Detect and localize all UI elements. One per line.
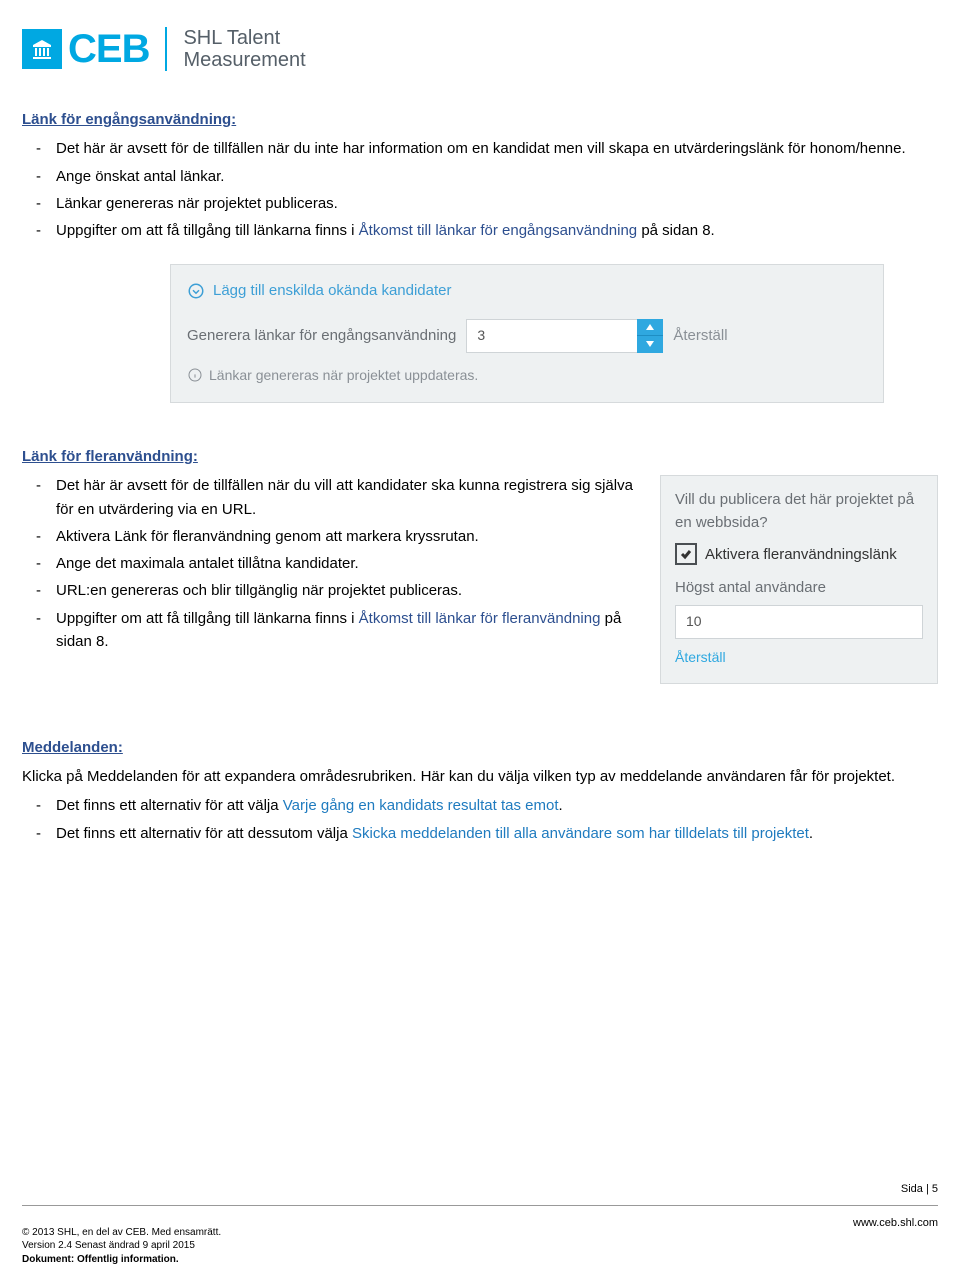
section3-title: Meddelanden: xyxy=(22,736,938,759)
list-item: Ange det maximala antalet tillåtna kandi… xyxy=(22,552,642,575)
list-item: Länkar genereras när projektet publicera… xyxy=(22,192,938,215)
option-send-all-users: Skicka meddelanden till alla användare s… xyxy=(352,825,809,842)
step-down-button[interactable] xyxy=(637,336,663,353)
enable-multi-checkbox[interactable]: Aktivera fleranvändningslänk xyxy=(675,543,923,566)
list-item: Det finns ett alternativ för att dessuto… xyxy=(22,822,938,845)
quantity-stepper[interactable]: 3 xyxy=(466,319,663,353)
page-number: Sida | 5 xyxy=(901,1181,938,1198)
panel2-question: Vill du publicera det här projektet på e… xyxy=(675,488,923,535)
option-every-result: Varje gång en kandidats resultat tas emo… xyxy=(283,797,559,814)
footer-divider xyxy=(22,1205,938,1206)
logo-block: CEB SHL Talent Measurement xyxy=(22,18,938,80)
panel-multi-use: Vill du publicera det här projektet på e… xyxy=(660,475,938,684)
footer-url: www.ceb.shl.com xyxy=(853,1215,938,1232)
max-users-input[interactable]: 10 xyxy=(675,605,923,639)
link-single-use-access: Åtkomst till länkar för engångsanvändnin… xyxy=(359,222,638,239)
list-item: Uppgifter om att få tillgång till länkar… xyxy=(22,219,938,242)
section1-list: Det här är avsett för de tillfällen när … xyxy=(22,137,938,242)
max-users-label: Högst antal användare xyxy=(675,576,923,599)
link-multi-use-access: Åtkomst till länkar för fleranvändning xyxy=(359,610,601,627)
info-icon xyxy=(187,367,203,383)
step-up-button[interactable] xyxy=(637,319,663,337)
panel-single-use: Lägg till enskilda okända kandidater Gen… xyxy=(170,264,884,403)
logo-ceb-text: CEB xyxy=(68,18,149,80)
section3-intro: Klicka på Meddelanden för att expandera … xyxy=(22,765,938,788)
info-row: Länkar genereras när projektet uppdatera… xyxy=(187,365,867,387)
logo-shl-text: SHL Talent Measurement xyxy=(183,27,305,71)
checkbox-icon xyxy=(675,543,697,565)
section2-title: Länk för fleranvändning: xyxy=(22,445,642,468)
chevron-circle-icon xyxy=(187,282,205,300)
list-item: Det finns ett alternativ för att välja V… xyxy=(22,794,938,817)
list-item: Aktivera Länk för fleranvändning genom a… xyxy=(22,525,642,548)
list-item: Det här är avsett för de tillfällen när … xyxy=(22,137,938,160)
generate-label: Generera länkar för engångsanvändning xyxy=(187,324,456,347)
list-item: URL:en genereras och blir tillgänglig nä… xyxy=(22,579,642,602)
section2-list: Det här är avsett för de tillfällen när … xyxy=(22,474,642,653)
panel1-header[interactable]: Lägg till enskilda okända kandidater xyxy=(187,279,867,302)
section1-title: Länk för engångsanvändning: xyxy=(22,108,938,131)
reset-link[interactable]: Återställ xyxy=(673,324,727,347)
reset-link-2[interactable]: Återställ xyxy=(675,647,923,669)
list-item: Ange önskat antal länkar. xyxy=(22,165,938,188)
list-item: Uppgifter om att få tillgång till länkar… xyxy=(22,607,642,654)
logo-icon xyxy=(22,29,62,69)
logo-divider xyxy=(165,27,167,71)
quantity-value[interactable]: 3 xyxy=(466,319,637,353)
section3-list: Det finns ett alternativ för att välja V… xyxy=(22,794,938,845)
list-item: Det här är avsett för de tillfällen när … xyxy=(22,474,642,521)
footer-left: © 2013 SHL, en del av CEB. Med ensamrätt… xyxy=(22,1226,221,1267)
